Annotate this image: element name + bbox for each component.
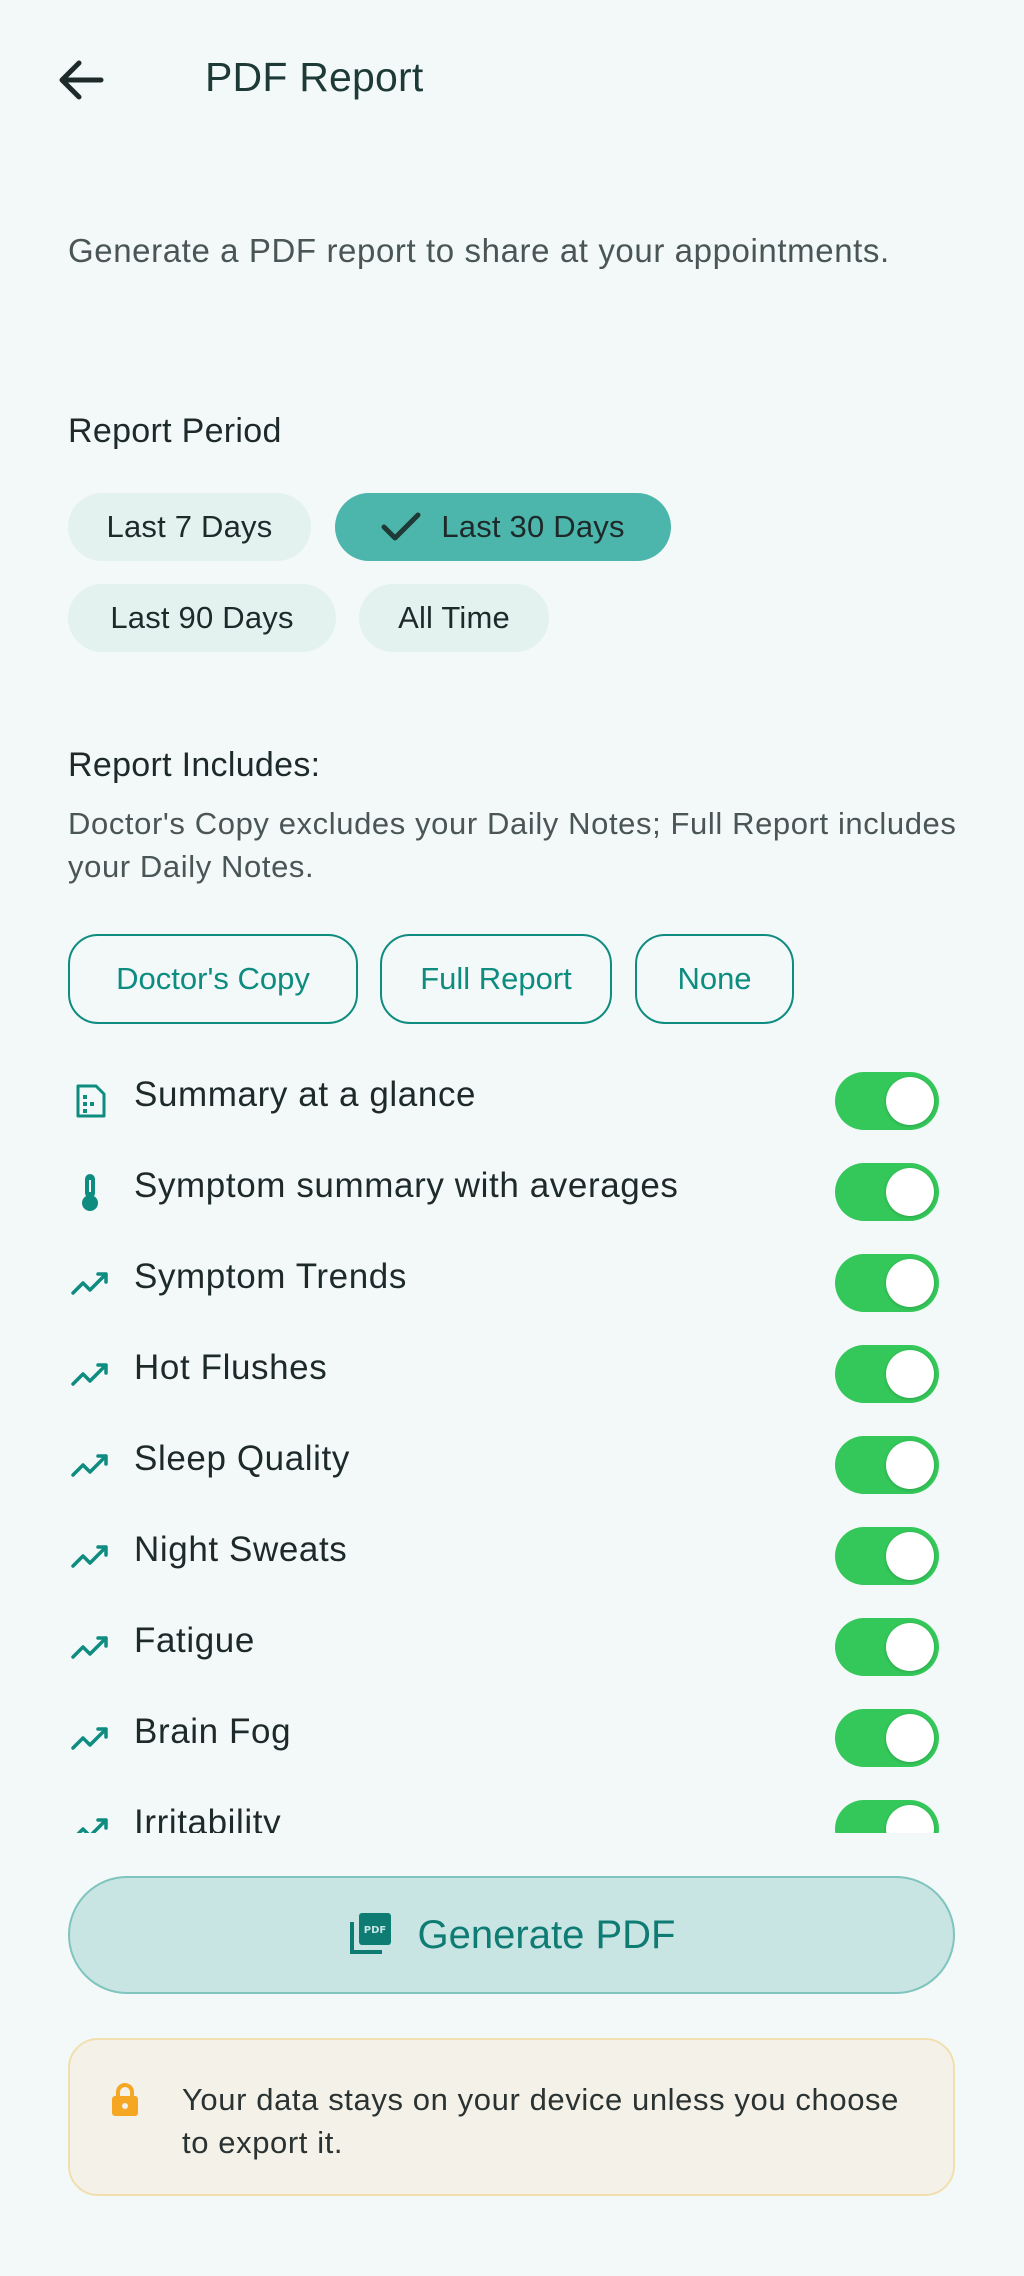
report-includes-title: Report Includes: — [68, 746, 321, 784]
list-item-label: Brain Fog — [134, 1712, 292, 1751]
report-period-title: Report Period — [68, 412, 282, 450]
toggle-knob — [886, 1350, 934, 1398]
intro-text: Generate a PDF report to share at your a… — [68, 232, 890, 269]
page-title: PDF Report — [205, 54, 424, 100]
trend-icon — [70, 1445, 110, 1485]
toggle-knob — [886, 1805, 934, 1833]
chip-last-90-days[interactable]: Last 90 Days — [68, 584, 336, 652]
list-item-label: Symptom summary with averages — [134, 1166, 679, 1205]
toggle-switch[interactable] — [835, 1072, 939, 1130]
toggle-knob — [886, 1623, 934, 1671]
full-report-button[interactable]: Full Report — [380, 934, 612, 1024]
trend-icon — [70, 1263, 110, 1303]
list-item-sleep-quality: Sleep Quality — [0, 1419, 1024, 1510]
chip-label: Last 30 Days — [441, 509, 625, 544]
check-icon — [381, 512, 421, 542]
chip-label: Last 7 Days — [106, 509, 273, 544]
toggle-knob — [886, 1714, 934, 1762]
list-item-label: Hot Flushes — [134, 1348, 328, 1387]
pdf-file-icon: PDF — [348, 1910, 394, 1961]
list-item-night-sweats: Night Sweats — [0, 1510, 1024, 1601]
doctors-copy-button[interactable]: Doctor's Copy — [68, 934, 358, 1024]
trend-icon — [70, 1536, 110, 1576]
list-item-irritability: Irritability — [0, 1783, 1024, 1833]
list-item-brain-fog: Brain Fog — [0, 1692, 1024, 1783]
list-item-hot-flushes: Hot Flushes — [0, 1328, 1024, 1419]
includes-description: Doctor's Copy excludes your Daily Notes;… — [68, 806, 957, 884]
includes-list[interactable]: Summary at a glance Symptom summary with… — [0, 1055, 1024, 1833]
toggle-switch[interactable] — [835, 1436, 939, 1494]
back-button[interactable] — [40, 44, 120, 116]
generate-pdf-label: Generate PDF — [417, 1912, 676, 1957]
toggle-switch[interactable] — [835, 1618, 939, 1676]
list-item-label: Irritability — [134, 1803, 282, 1833]
toggle-switch[interactable] — [835, 1254, 939, 1312]
list-item-summary: Summary at a glance — [0, 1055, 1024, 1146]
toggle-knob — [886, 1532, 934, 1580]
toggle-switch[interactable] — [835, 1709, 939, 1767]
privacy-notice-text: Your data stays on your device unless yo… — [182, 2082, 899, 2160]
svg-text:PDF: PDF — [363, 1925, 385, 1936]
list-item-label: Summary at a glance — [134, 1075, 477, 1114]
thermometer-icon — [70, 1172, 110, 1212]
toggle-switch[interactable] — [835, 1163, 939, 1221]
list-item-symptom-trends: Symptom Trends — [0, 1237, 1024, 1328]
trend-icon — [70, 1354, 110, 1394]
preset-label: Doctor's Copy — [116, 961, 310, 996]
toggle-knob — [886, 1168, 934, 1216]
toggle-switch[interactable] — [835, 1800, 939, 1833]
app-bar: PDF Report — [0, 0, 1024, 160]
chip-label: Last 90 Days — [110, 600, 294, 635]
chip-all-time[interactable]: All Time — [359, 584, 549, 652]
arrow-back-icon — [59, 60, 104, 100]
chip-label: All Time — [398, 600, 510, 635]
list-item-label: Sleep Quality — [134, 1439, 350, 1478]
none-button[interactable]: None — [635, 934, 794, 1024]
trend-icon — [70, 1718, 110, 1758]
summary-icon — [70, 1081, 110, 1121]
list-item-label: Night Sweats — [134, 1530, 348, 1569]
chip-last-30-days[interactable]: Last 30 Days — [335, 493, 671, 561]
toggle-switch[interactable] — [835, 1345, 939, 1403]
list-item-label: Symptom Trends — [134, 1257, 407, 1296]
trend-icon — [70, 1627, 110, 1667]
preset-label: Full Report — [420, 961, 572, 996]
list-item-symptom-summary: Symptom summary with averages — [0, 1146, 1024, 1237]
toggle-switch[interactable] — [835, 1527, 939, 1585]
toggle-knob — [886, 1077, 934, 1125]
generate-pdf-button[interactable]: PDF Generate PDF — [68, 1876, 955, 1994]
chip-last-7-days[interactable]: Last 7 Days — [68, 493, 311, 561]
toggle-knob — [886, 1441, 934, 1489]
lock-icon — [110, 2082, 140, 2123]
toggle-knob — [886, 1259, 934, 1307]
list-item-fatigue: Fatigue — [0, 1601, 1024, 1692]
trend-icon — [70, 1809, 110, 1833]
privacy-notice: Your data stays on your device unless yo… — [68, 2038, 955, 2196]
list-item-label: Fatigue — [134, 1621, 255, 1660]
preset-label: None — [677, 961, 752, 996]
